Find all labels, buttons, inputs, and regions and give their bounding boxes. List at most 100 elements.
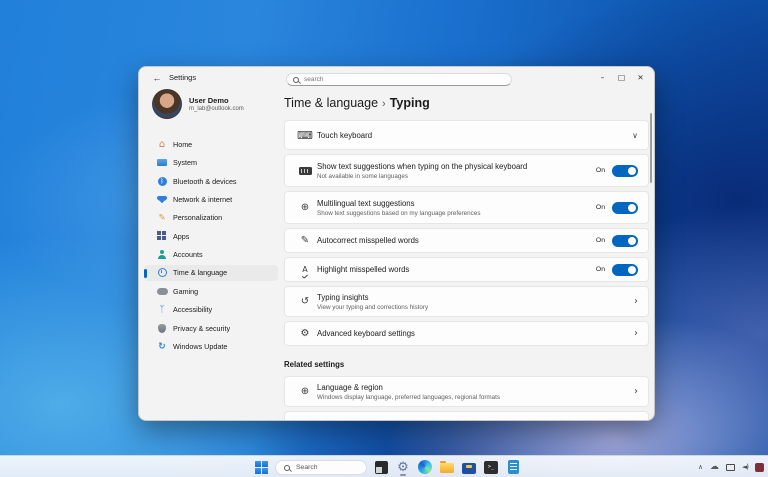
sidebar-item-windows-update[interactable]: Windows Update: [144, 338, 278, 355]
desktop-screen: ← Settings – □ ✕ User Demo m_lab@outlook…: [0, 0, 768, 477]
taskbar-app-toolbox[interactable]: [461, 458, 477, 476]
sidebar-item-privacy-security[interactable]: Privacy & security: [144, 320, 278, 337]
setting-typing-insights[interactable]: Typing insights View your typing and cor…: [284, 286, 649, 317]
setting-advanced-keyboard[interactable]: Advanced keyboard settings ›: [284, 321, 649, 346]
start-button[interactable]: [253, 458, 269, 476]
taskbar: Search ⚙ ∧ ☁ ◄): [0, 455, 768, 477]
toggle-knob: [628, 204, 636, 212]
notes-icon: [508, 460, 519, 474]
setting-title: Show text suggestions when typing on the…: [317, 162, 596, 171]
toggle-knob: [628, 237, 636, 245]
bluetooth-icon: [154, 177, 170, 186]
apps-grid-icon: [154, 234, 170, 238]
taskbar-app-settings[interactable]: ⚙: [395, 458, 411, 476]
sidebar-item-system[interactable]: System: [144, 154, 278, 171]
taskbar-app-terminal[interactable]: [483, 458, 499, 476]
gamepad-icon: [154, 288, 170, 295]
close-button[interactable]: ✕: [631, 67, 650, 89]
system-tray: ∧ ☁ ◄): [698, 456, 764, 477]
multilingual-icon: [293, 202, 317, 213]
settings-sidebar: User Demo m_lab@outlook.com Home System …: [139, 91, 284, 420]
sidebar-item-accessibility[interactable]: Accessibility: [144, 302, 278, 319]
taskbar-app-file-explorer[interactable]: [439, 458, 455, 476]
breadcrumb-parent[interactable]: Time & language: [284, 96, 378, 110]
toggle-knob: [628, 266, 636, 274]
home-icon: [154, 139, 170, 150]
minimize-button[interactable]: –: [593, 67, 612, 89]
user-avatar[interactable]: [152, 89, 182, 119]
edge-icon: [418, 460, 432, 474]
toggle-state-label: On: [596, 266, 605, 273]
content-scrollbar[interactable]: [650, 113, 652, 183]
setting-autocorrect: Autocorrect misspelled words On: [284, 228, 649, 253]
update-icon: [154, 342, 170, 352]
sidebar-item-time-language[interactable]: Time & language: [144, 265, 278, 282]
setting-description: View your typing and corrections history: [317, 304, 634, 311]
onedrive-cloud-icon[interactable]: ☁: [710, 463, 719, 472]
system-icon: [154, 159, 170, 166]
sidebar-item-home[interactable]: Home: [144, 136, 278, 153]
sidebar-item-label: Privacy & security: [173, 324, 230, 333]
network-tray-icon[interactable]: [726, 464, 735, 471]
toggle-switch[interactable]: [612, 235, 638, 247]
search-icon: [284, 465, 291, 472]
windows-logo-icon: [255, 461, 268, 474]
setting-title: Multilingual text suggestions: [317, 199, 596, 208]
shield-icon: [154, 324, 170, 333]
taskbar-search[interactable]: Search: [275, 460, 367, 475]
user-name: User Demo: [189, 96, 229, 105]
sidebar-item-label: Gaming: [173, 287, 198, 296]
chevron-right-icon: ›: [634, 328, 638, 339]
volume-icon[interactable]: ◄): [742, 463, 748, 471]
user-email: m_lab@outlook.com: [189, 106, 244, 112]
sidebar-item-network-internet[interactable]: Network & internet: [144, 191, 278, 208]
language-region-icon: [293, 386, 317, 397]
setting-language-region[interactable]: Language & region Windows display langua…: [284, 376, 649, 407]
taskbar-app-edge[interactable]: [417, 458, 433, 476]
hidden-icons-chevron[interactable]: ∧: [698, 463, 703, 471]
toggle-knob: [628, 167, 636, 175]
highlight-icon: [293, 265, 317, 274]
tray-app-icon[interactable]: [755, 463, 764, 472]
wifi-icon: [154, 196, 170, 203]
settings-window: ← Settings – □ ✕ User Demo m_lab@outlook…: [138, 66, 655, 421]
person-icon: [154, 250, 170, 259]
toggle-state-label: On: [596, 167, 605, 174]
clock-icon: [154, 268, 170, 277]
sidebar-item-gaming[interactable]: Gaming: [144, 283, 278, 300]
chevron-down-icon[interactable]: ∨: [632, 131, 638, 140]
touch-keyboard-icon: [293, 129, 317, 142]
sidebar-item-apps[interactable]: Apps: [144, 228, 278, 245]
taskbar-app-window[interactable]: [373, 458, 389, 476]
brush-icon: [154, 213, 170, 223]
gear-icon: [293, 328, 317, 339]
toggle-switch[interactable]: [612, 202, 638, 214]
sidebar-item-label: Network & internet: [173, 195, 232, 204]
sidebar-item-label: Home: [173, 140, 192, 149]
window-titlebar: ← Settings – □ ✕: [139, 67, 654, 91]
toggle-switch[interactable]: [612, 165, 638, 177]
setting-highlight-misspelled: Highlight misspelled words On: [284, 257, 649, 282]
taskbar-app-notes[interactable]: [505, 458, 521, 476]
maximize-button[interactable]: □: [612, 67, 631, 89]
sidebar-item-accounts[interactable]: Accounts: [144, 246, 278, 263]
setting-touch-keyboard[interactable]: Touch keyboard ∨: [284, 120, 649, 150]
sidebar-item-label: Personalization: [173, 213, 222, 222]
settings-content: Time & language›Typing Touch keyboard ∨ …: [284, 91, 654, 420]
sidebar-item-personalization[interactable]: Personalization: [144, 210, 278, 227]
toggle-state-label: On: [596, 204, 605, 211]
setting-partial-card[interactable]: [284, 411, 649, 421]
physical-keyboard-icon: [293, 167, 317, 175]
app-window-icon: [375, 461, 388, 474]
setting-title: Highlight misspelled words: [317, 265, 596, 274]
setting-physical-keyboard-suggestions: Show text suggestions when typing on the…: [284, 154, 649, 187]
history-icon: [293, 296, 317, 307]
sidebar-item-bluetooth-devices[interactable]: Bluetooth & devices: [144, 173, 278, 190]
toggle-switch[interactable]: [612, 264, 638, 276]
settings-search-box[interactable]: [286, 73, 512, 86]
search-input[interactable]: [304, 74, 505, 85]
page-title: Typing: [390, 96, 430, 110]
autocorrect-icon: [293, 235, 317, 246]
sidebar-item-label: Bluetooth & devices: [173, 177, 237, 186]
back-button[interactable]: ←: [149, 71, 165, 85]
